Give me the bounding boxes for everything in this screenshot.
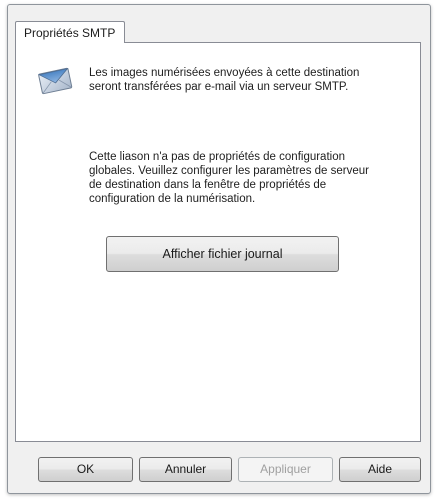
- envelope-icon: [37, 67, 73, 95]
- configuration-info-line: configuration de la numérisation.: [89, 193, 256, 205]
- smtp-info-line: Les images numérisées envoyées à cette d…: [89, 67, 360, 79]
- configuration-info-line: globales. Veuillez configurer les paramè…: [89, 165, 369, 177]
- configuration-info-line: Cette liason n'a pas de propriétés de co…: [89, 151, 345, 163]
- ok-button[interactable]: OK: [38, 457, 133, 482]
- help-button[interactable]: Aide: [339, 457, 421, 482]
- smtp-info-text: Les images numérisées envoyées à cette d…: [89, 66, 409, 94]
- configuration-info-text: Cette liason n'a pas de propriétés de co…: [89, 150, 419, 206]
- apply-button: Appliquer: [238, 457, 333, 482]
- tab-smtp-properties[interactable]: Propriétés SMTP: [15, 21, 126, 43]
- smtp-info-line: seront transférées par e-mail via un ser…: [89, 81, 349, 93]
- configuration-info-line: de destination dans la fenêtre de propri…: [89, 179, 327, 191]
- view-log-button[interactable]: Afficher fichier journal: [106, 236, 339, 272]
- cancel-button[interactable]: Annuler: [139, 457, 232, 482]
